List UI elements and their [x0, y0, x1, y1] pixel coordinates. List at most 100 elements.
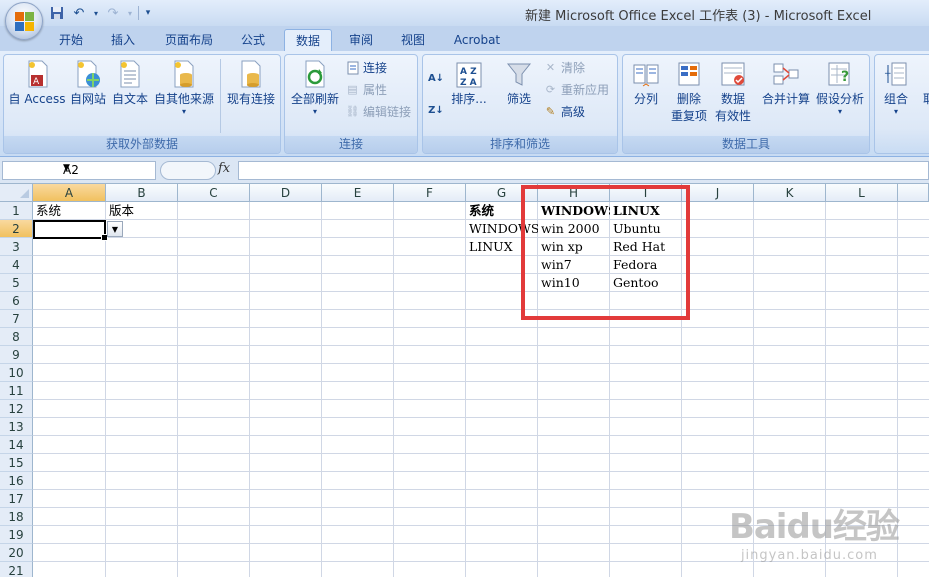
from-web-label: 自网站 — [69, 92, 106, 106]
clear-button[interactable]: ✕ 清除 — [543, 58, 585, 78]
from-web-button[interactable]: 自网站 — [68, 57, 108, 108]
formula-bar: A2 ▼ fx — [0, 157, 929, 184]
from-text-label: 自文本 — [111, 92, 148, 106]
column-header-b[interactable]: B — [106, 184, 178, 202]
from-text-button[interactable]: 自文本 — [110, 57, 150, 108]
group-outline: + 组合 ▾ 取 — [874, 54, 929, 154]
sort-dialog-icon: A ZZ A — [453, 57, 485, 91]
office-logo-icon — [15, 12, 34, 31]
row-header-10[interactable]: 10 — [0, 364, 33, 382]
column-header-f[interactable]: F — [394, 184, 466, 202]
row-gridline — [33, 471, 929, 472]
tab-acrobat[interactable]: Acrobat — [446, 29, 508, 51]
row-header-8[interactable]: 8 — [0, 328, 33, 346]
from-access-button[interactable]: A 自 Access — [6, 57, 68, 108]
row-header-13[interactable]: 13 — [0, 418, 33, 436]
column-header-d[interactable]: D — [250, 184, 322, 202]
column-header-c[interactable]: C — [178, 184, 250, 202]
edit-links-button[interactable]: ⛓ 编辑链接 — [345, 102, 412, 122]
column-header-partial[interactable] — [898, 184, 929, 202]
what-if-analysis-button[interactable]: ? 假设分析 ▾ — [813, 57, 867, 116]
row-gridline — [33, 291, 929, 292]
properties-icon: ▤ — [347, 83, 358, 96]
tab-home[interactable]: 开始 — [50, 29, 92, 51]
svg-text:A: A — [33, 77, 40, 87]
tab-formulas[interactable]: 公式 — [232, 29, 274, 51]
redo-icon[interactable]: ↷ — [104, 4, 122, 22]
group-connections: 全部刷新 ▾ 连接 ▤ 属性 ⛓ 编辑链接 连接 — [284, 54, 418, 154]
column-header-k[interactable]: K — [754, 184, 826, 202]
advanced-button[interactable]: ✎ 高级 — [543, 102, 585, 122]
row-header-7[interactable]: 7 — [0, 310, 33, 328]
formula-input[interactable] — [238, 161, 929, 180]
insert-function-button[interactable]: fx — [218, 161, 230, 176]
properties-button[interactable]: ▤ 属性 — [345, 80, 387, 100]
row-header-5[interactable]: 5 — [0, 274, 33, 292]
filter-button[interactable]: 筛选 — [497, 57, 541, 108]
connections-icon — [345, 61, 360, 76]
row-header-4[interactable]: 4 — [0, 256, 33, 274]
data-validation-button[interactable]: 数据 有效性 — [711, 57, 755, 125]
active-cell-border[interactable] — [33, 220, 108, 241]
validation-dropdown-icon[interactable]: ▼ — [107, 221, 123, 237]
column-gridline — [393, 202, 394, 577]
consolidate-button[interactable]: 合并计算 — [759, 57, 813, 108]
undo-icon[interactable]: ↶ — [70, 4, 88, 22]
tab-data[interactable]: 数据 — [284, 29, 332, 51]
tab-review[interactable]: 审阅 — [340, 29, 382, 51]
remove-duplicates-button[interactable]: 删除 重复项 — [667, 57, 711, 125]
office-button[interactable] — [5, 2, 43, 40]
row-header-11[interactable]: 11 — [0, 382, 33, 400]
row-header-2[interactable]: 2 — [0, 220, 33, 238]
row-header-6[interactable]: 6 — [0, 292, 33, 310]
save-icon[interactable] — [48, 4, 66, 22]
row-header-12[interactable]: 12 — [0, 400, 33, 418]
column-header-l[interactable]: L — [826, 184, 898, 202]
row-header-16[interactable]: 16 — [0, 472, 33, 490]
column-header-e[interactable]: E — [322, 184, 394, 202]
text-to-columns-button[interactable]: 分列 — [625, 57, 667, 108]
group-rows-icon: + — [880, 57, 912, 91]
sort-asc-button[interactable]: A↓ — [427, 69, 445, 89]
customize-qat-icon[interactable]: ▾ — [143, 4, 153, 22]
from-access-label: 自 Access — [8, 92, 66, 106]
name-box-dropdown-icon[interactable]: ▼ — [63, 163, 152, 173]
name-box[interactable]: A2 ▼ — [2, 161, 156, 180]
watermark-logo: Baidu经验 — [728, 507, 900, 547]
group-button[interactable]: + 组合 ▾ — [877, 57, 915, 116]
tab-page-layout[interactable]: 页面布局 — [157, 29, 221, 51]
row-header-17[interactable]: 17 — [0, 490, 33, 508]
row-header-18[interactable]: 18 — [0, 508, 33, 526]
column-header-a[interactable]: A — [33, 184, 106, 202]
row-header-21[interactable]: 21 — [0, 562, 33, 577]
connections-button[interactable]: 连接 — [345, 58, 387, 78]
column-header-j[interactable]: J — [682, 184, 754, 202]
row-header-15[interactable]: 15 — [0, 454, 33, 472]
svg-text:+: + — [884, 69, 892, 79]
watermark: Baidu经验 jingyan.baidu.com — [728, 499, 900, 563]
ungroup-button[interactable]: 取 — [917, 57, 929, 108]
row-header-9[interactable]: 9 — [0, 346, 33, 364]
group-label-data-tools: 数据工具 — [623, 136, 869, 153]
select-all-button[interactable] — [0, 184, 33, 202]
cell-b1[interactable]: 版本 — [106, 202, 178, 220]
tab-insert[interactable]: 插入 — [102, 29, 144, 51]
sort-desc-button[interactable]: Z↓ — [427, 101, 445, 121]
row-header-1[interactable]: 1 — [0, 202, 33, 220]
row-header-19[interactable]: 19 — [0, 526, 33, 544]
consolidate-icon — [770, 57, 802, 91]
refresh-all-button[interactable]: 全部刷新 ▾ — [287, 57, 343, 116]
reapply-button[interactable]: ⟳ 重新应用 — [543, 80, 609, 100]
existing-connections-button[interactable]: 现有连接 — [224, 57, 278, 108]
undo-dropdown-icon[interactable]: ▾ — [92, 4, 100, 22]
cell-a1[interactable]: 系统 — [33, 202, 106, 220]
redo-dropdown-icon[interactable]: ▾ — [126, 4, 134, 22]
from-other-sources-button[interactable]: 自其他来源 ▾ — [152, 57, 216, 116]
row-header-3[interactable]: 3 — [0, 238, 33, 256]
other-sources-icon — [168, 57, 200, 91]
sort-button[interactable]: A ZZ A 排序... — [449, 57, 489, 108]
what-if-label: 假设分析 — [815, 92, 864, 106]
tab-view[interactable]: 视图 — [392, 29, 434, 51]
row-header-14[interactable]: 14 — [0, 436, 33, 454]
row-header-20[interactable]: 20 — [0, 544, 33, 562]
